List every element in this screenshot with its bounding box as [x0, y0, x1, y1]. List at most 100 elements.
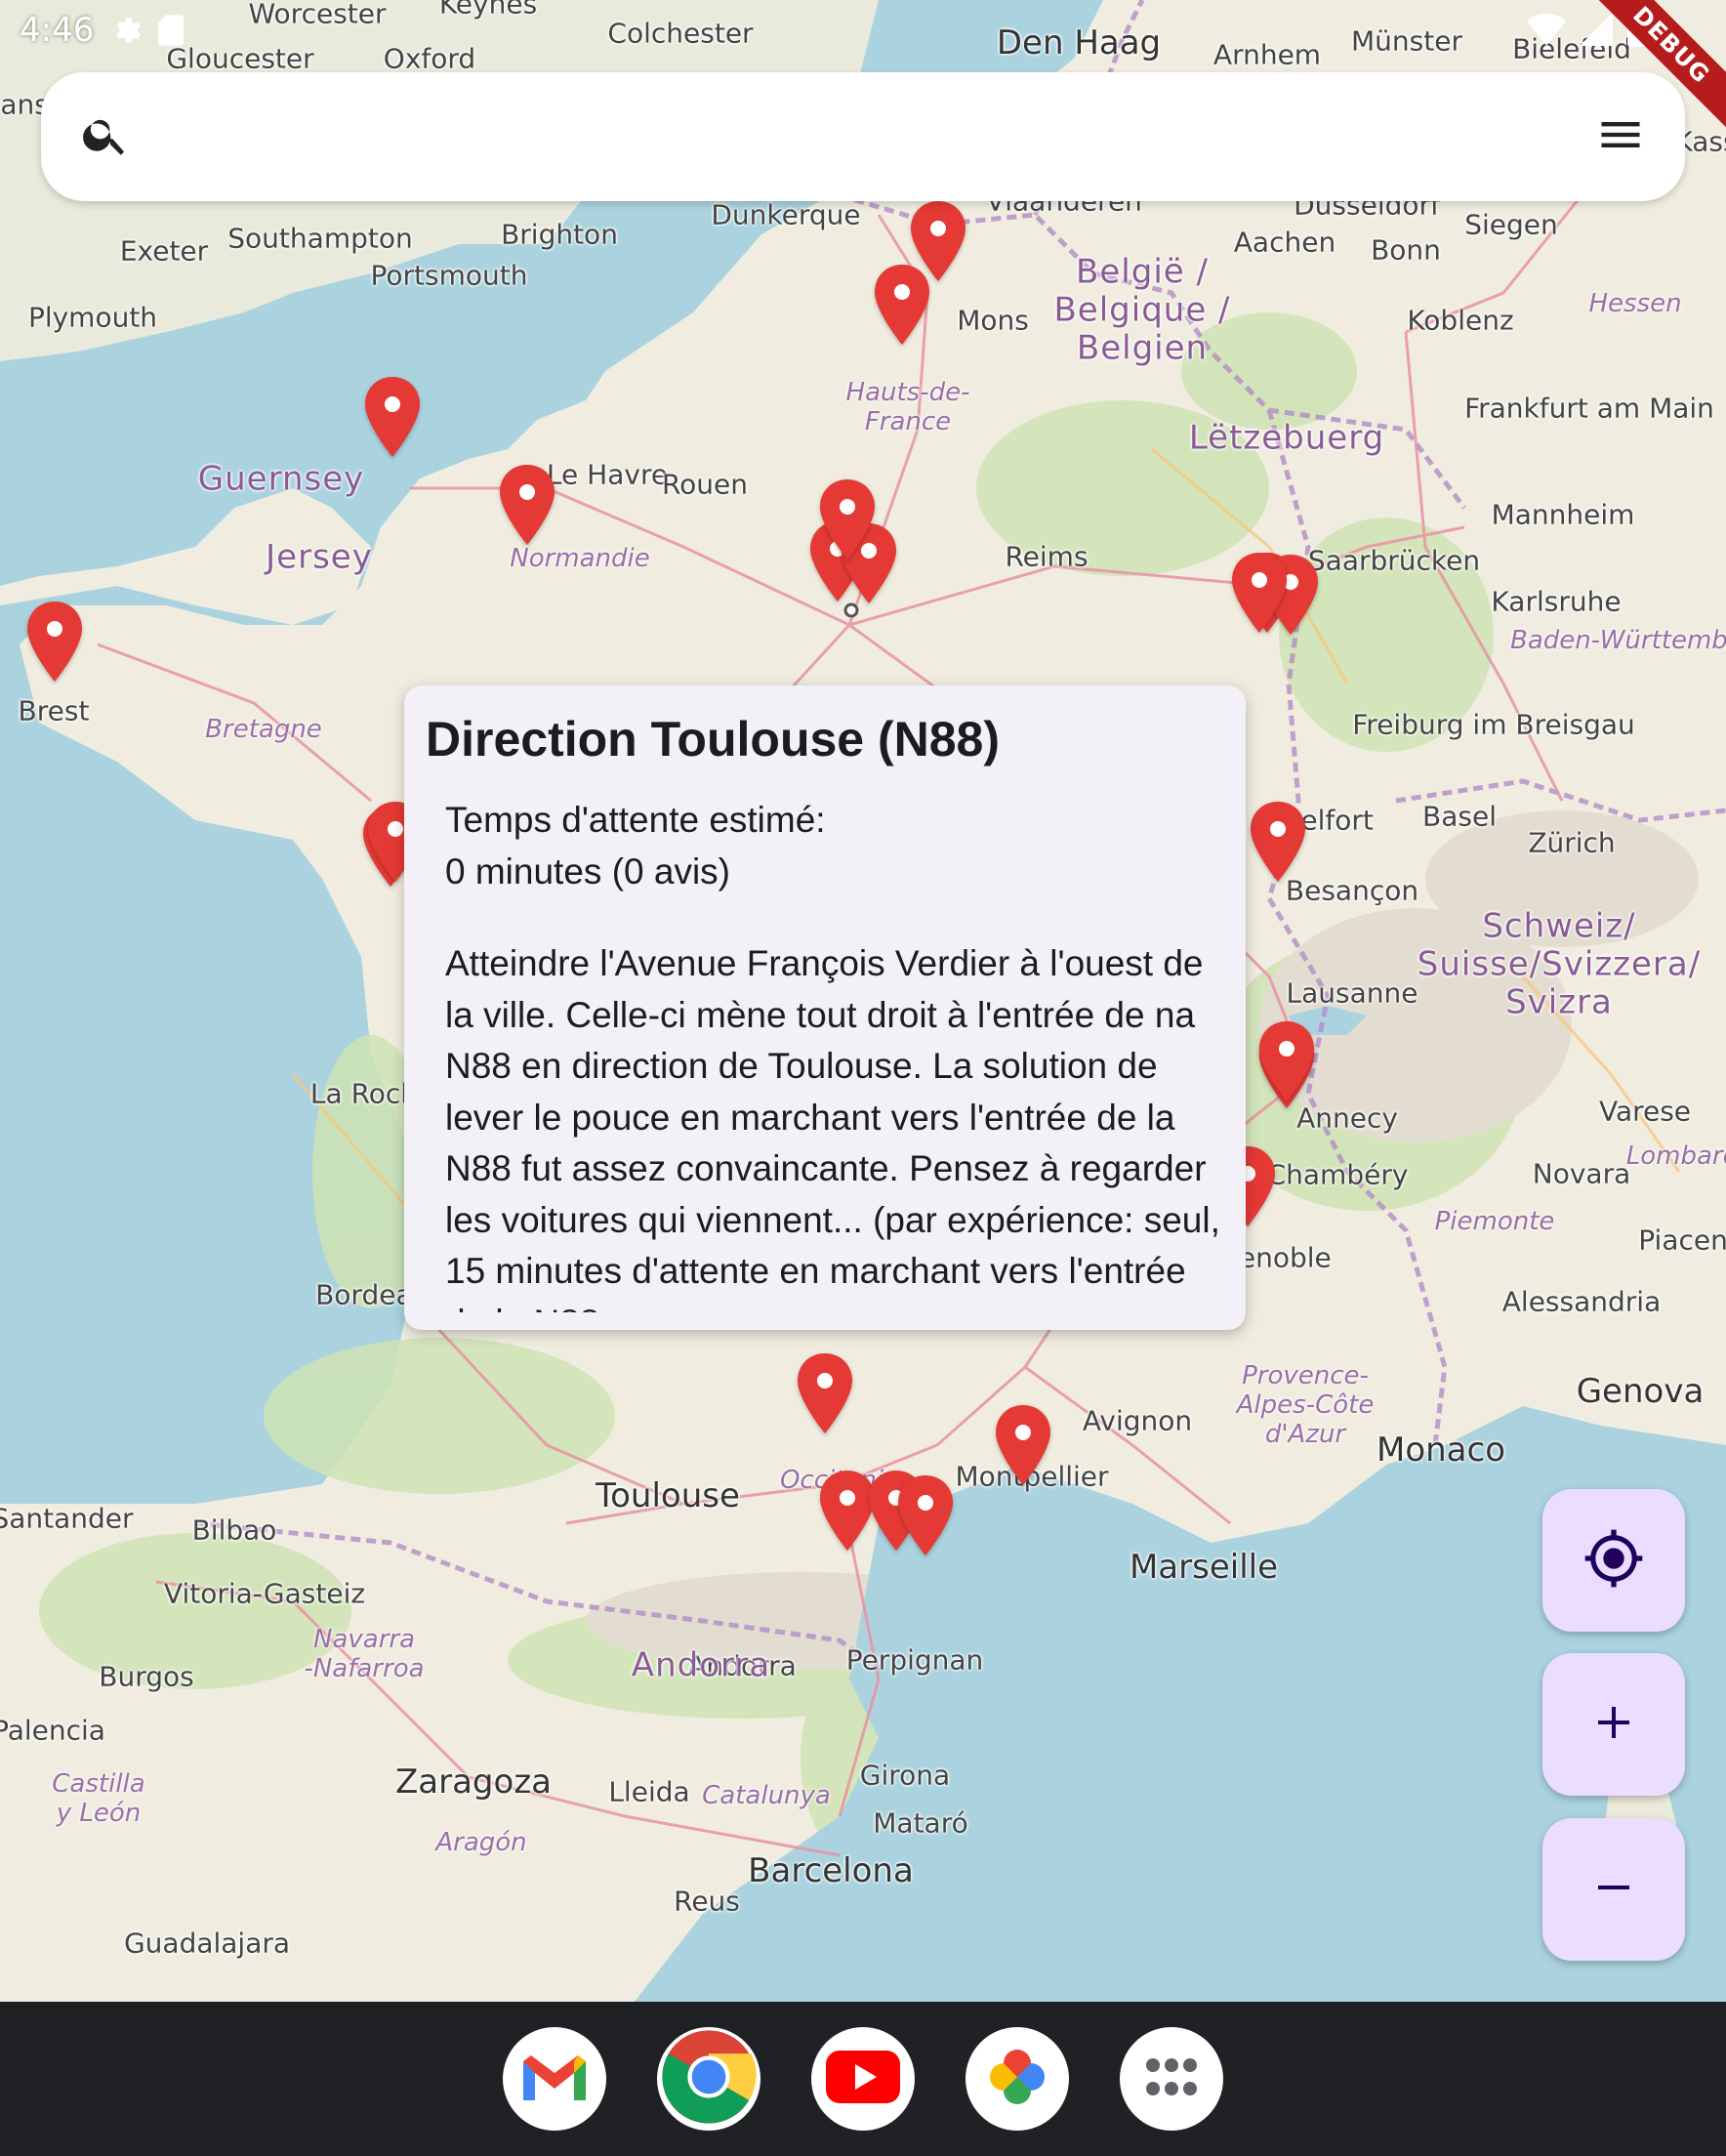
city-label-karlsruhe: Karlsruhe — [1491, 585, 1622, 618]
city-label-lausanne: Lausanne — [1286, 976, 1418, 1010]
photos-icon — [982, 2042, 1052, 2117]
wifi-icon — [1527, 13, 1566, 51]
city-label-zurich: Zürich — [1528, 826, 1616, 859]
wait-time-label: Temps d'attente estimé: — [445, 800, 826, 840]
country-label-andorra: Andorra — [631, 1645, 771, 1685]
gmail-app[interactable] — [503, 2027, 606, 2131]
search-input[interactable] — [158, 116, 1595, 157]
map-marker-pin-icon[interactable] — [1229, 551, 1290, 635]
city-label-barcelona: Barcelona — [748, 1851, 914, 1890]
city-label-exeter: Exeter — [119, 234, 209, 268]
city-label-aachen: Aachen — [1233, 226, 1336, 259]
youtube-icon — [826, 2050, 900, 2108]
city-label-le-havre: Le Havre — [546, 458, 669, 491]
city-label-dunkerque: Dunkerque — [711, 198, 861, 231]
city-label-guadalajara: Guadalajara — [123, 1927, 291, 1960]
city-label-mons: Mons — [957, 304, 1029, 337]
region-label-baden-wurttemberg: Baden-Württemberg — [1510, 626, 1726, 656]
plus-icon — [1590, 1699, 1637, 1751]
map-marker-pin-icon[interactable] — [872, 263, 932, 347]
region-label-piemonte: Piemonte — [1434, 1207, 1555, 1237]
search-icon[interactable] — [80, 109, 131, 165]
status-time: 4:46 — [20, 11, 95, 50]
city-label-reus: Reus — [674, 1885, 740, 1918]
spot-description: Atteindre l'Avenue François Verdier à l'… — [445, 943, 1220, 1312]
map-marker-pin-icon[interactable] — [1256, 1019, 1317, 1103]
map-marker-pin-icon[interactable] — [1248, 800, 1308, 884]
city-label-piacenza: Piacenza — [1638, 1223, 1726, 1257]
city-label-reims: Reims — [1005, 540, 1089, 573]
map-marker-pin-icon[interactable] — [993, 1403, 1053, 1487]
country-label-jersey: Jersey — [266, 537, 373, 577]
my-location-icon — [1582, 1527, 1645, 1595]
city-label-brest: Brest — [18, 694, 90, 727]
sd-card-icon — [158, 15, 185, 46]
country-label-guernsey: Guernsey — [197, 459, 365, 499]
region-label-normandie: Normandie — [510, 544, 650, 574]
city-label-novara: Novara — [1532, 1157, 1631, 1190]
city-label-girona: Girona — [859, 1759, 951, 1792]
map-marker-pin-icon[interactable] — [362, 375, 423, 459]
zoom-in-button[interactable] — [1542, 1653, 1685, 1796]
chrome-icon — [658, 2026, 760, 2133]
city-label-varese: Varese — [1598, 1095, 1692, 1128]
city-label-rouen: Rouen — [661, 468, 749, 501]
app-drawer[interactable] — [1120, 2027, 1223, 2131]
map-marker-pin-icon[interactable] — [817, 477, 878, 561]
city-label-portsmouth: Portsmouth — [370, 259, 528, 292]
region-label-lombardia: Lombardia — [1625, 1141, 1726, 1172]
map-marker-pin-icon[interactable] — [795, 1351, 855, 1435]
city-label-lleida: Lleida — [608, 1775, 690, 1808]
photos-app[interactable] — [966, 2027, 1069, 2131]
map-marker-pin-icon[interactable] — [497, 463, 557, 547]
region-label-hauts-de-france: Hauts-de- France — [845, 378, 970, 436]
minus-icon — [1590, 1864, 1637, 1916]
country-label-letzebuerg: Lëtzebuerg — [1188, 418, 1385, 458]
popup-body[interactable]: Temps d'attente estimé: 0 minutes (0 avi… — [445, 795, 1226, 1312]
region-label-provence-alpes-cote-d-azur: Provence- Alpes-Côte d'Azur — [1236, 1361, 1375, 1449]
city-label-bonn: Bonn — [1371, 233, 1441, 267]
city-label-southampton: Southampton — [227, 222, 413, 255]
city-label-genova: Genova — [1576, 1372, 1705, 1411]
wait-time-value: 0 minutes (0 avis) — [445, 850, 730, 891]
city-label-palencia: Palencia — [0, 1714, 105, 1747]
app-grid-icon — [1145, 2057, 1198, 2101]
country-label-schweiz-suisse-svizzera-svizra: Schweiz/Suisse/Svizzera/Svizra — [1417, 906, 1702, 1022]
city-label-siegen: Siegen — [1464, 208, 1558, 241]
map-marker-pin-icon[interactable] — [24, 600, 85, 684]
city-label-vitoria-gasteiz: Vitoria-Gasteiz — [163, 1577, 366, 1610]
city-label-freiburg-im-breisgau: Freiburg im Breisgau — [1352, 708, 1635, 741]
region-label-bretagne: Bretagne — [205, 715, 322, 745]
city-label-frankfurt-am-main: Frankfurt am Main — [1464, 392, 1714, 425]
spot-info-popup[interactable]: Direction Toulouse (N88) Temps d'attente… — [404, 685, 1246, 1330]
city-label-burgos: Burgos — [99, 1660, 194, 1693]
app-dock — [0, 2002, 1726, 2156]
map-marker-pin-icon[interactable] — [895, 1473, 956, 1557]
city-label-monaco: Monaco — [1376, 1430, 1506, 1470]
city-label-marseille: Marseille — [1129, 1548, 1279, 1587]
city-label-perpignan: Perpignan — [845, 1643, 984, 1677]
status-bar: 4:46 DEBUG — [0, 0, 1726, 135]
region-label-hessen: Hessen — [1588, 289, 1682, 319]
region-label-navarra-nafarroa: Navarra -Nafarroa — [304, 1625, 425, 1683]
chrome-app[interactable] — [657, 2027, 760, 2131]
city-label-chambery: Chambéry — [1266, 1158, 1409, 1191]
gmail-icon — [519, 2050, 590, 2109]
region-label-aragon: Aragón — [435, 1828, 527, 1858]
search-bar[interactable] — [41, 72, 1685, 201]
menu-icon[interactable] — [1595, 109, 1646, 165]
city-label-bilbao: Bilbao — [191, 1513, 277, 1547]
city-label-saarbrucken: Saarbrücken — [1307, 544, 1481, 577]
city-label-toulouse: Toulouse — [596, 1476, 740, 1515]
my-location-button[interactable] — [1542, 1489, 1685, 1632]
zoom-out-button[interactable] — [1542, 1818, 1685, 1961]
popup-title: Direction Toulouse (N88) — [426, 712, 1001, 767]
city-label-mataro: Mataró — [873, 1806, 968, 1840]
settings-gear-icon — [109, 14, 143, 47]
city-label-alessandria: Alessandria — [1501, 1285, 1662, 1318]
city-label-zaragoza: Zaragoza — [394, 1762, 553, 1802]
city-label-plymouth: Plymouth — [27, 301, 158, 334]
region-label-catalunya: Catalunya — [702, 1781, 831, 1811]
youtube-app[interactable] — [811, 2027, 915, 2131]
city-label-santander: Santander — [0, 1502, 134, 1535]
